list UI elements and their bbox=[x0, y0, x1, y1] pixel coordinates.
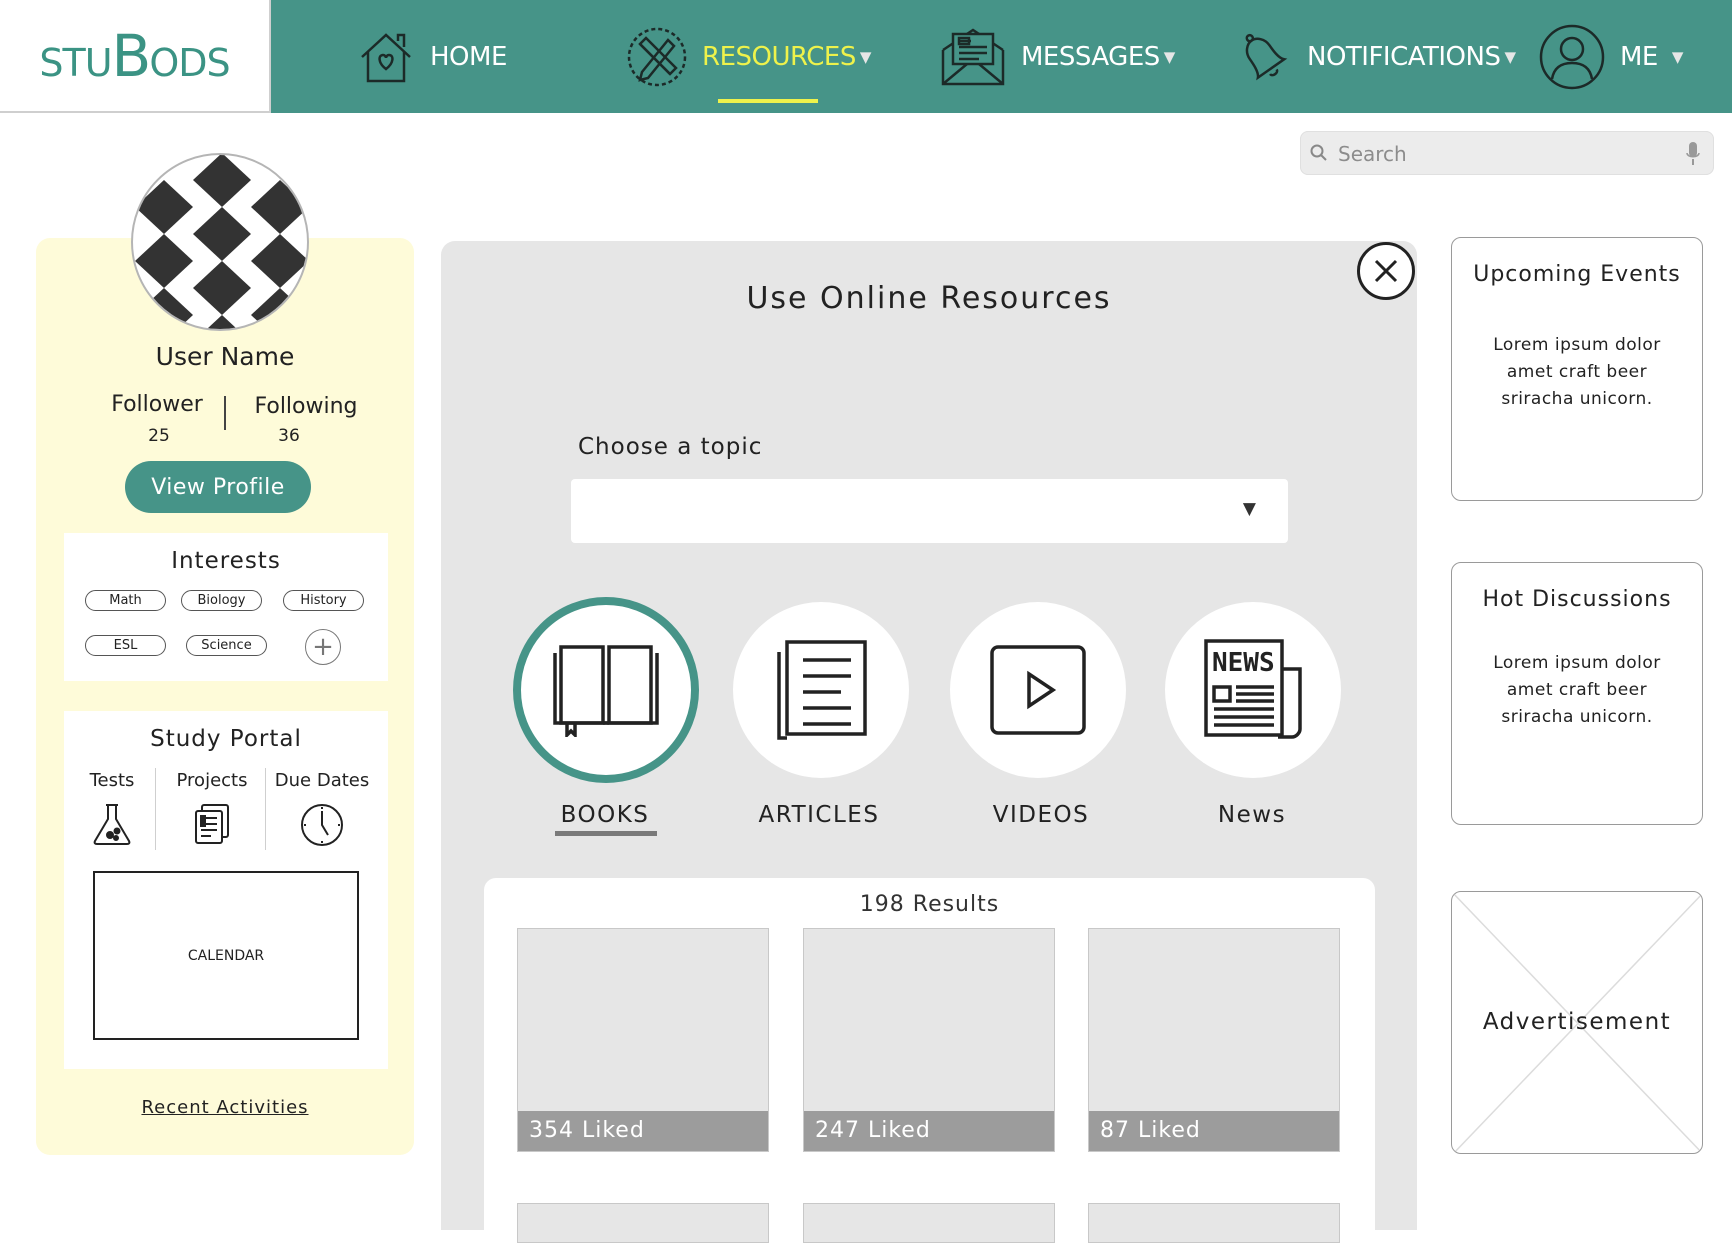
portal-projects[interactable]: Projects bbox=[167, 770, 257, 850]
flask-icon bbox=[93, 804, 131, 845]
user-name: User Name bbox=[155, 342, 295, 371]
resource-articles-label: ARTICLES bbox=[758, 802, 880, 828]
interests-title: Interests bbox=[171, 548, 281, 574]
nav-messages[interactable]: MESSAGES ▼ bbox=[939, 0, 1175, 113]
following-label: Following bbox=[254, 394, 358, 419]
resource-books-button[interactable] bbox=[513, 597, 699, 783]
pencil-ruler-icon bbox=[627, 27, 687, 86]
hot-discussions-body: Lorem ipsum dolor amet craft beer srirac… bbox=[1493, 653, 1661, 727]
result-likes: 247 Liked bbox=[804, 1111, 1054, 1151]
recent-activities-link[interactable]: Recent Activities bbox=[36, 1097, 414, 1118]
nav-notifications[interactable]: NOTIFICATIONS ▼ bbox=[1233, 0, 1516, 113]
selected-resource-underline bbox=[555, 831, 657, 836]
nav-me-label: ME bbox=[1620, 41, 1658, 72]
upcoming-events-body: Lorem ipsum dolor amet craft beer srirac… bbox=[1493, 335, 1661, 409]
microphone-icon[interactable] bbox=[1686, 142, 1700, 166]
chevron-down-icon: ▼ bbox=[859, 47, 872, 66]
resource-books-label: BOOKS bbox=[560, 802, 650, 828]
resource-videos-label: VIDEOS bbox=[992, 802, 1090, 828]
portal-due-dates-label: Due Dates bbox=[274, 770, 370, 791]
search-icon bbox=[1310, 144, 1327, 161]
result-card[interactable]: 247 Liked bbox=[803, 928, 1055, 1152]
book-icon bbox=[553, 645, 659, 737]
logo-box[interactable]: STUBODS bbox=[0, 0, 271, 113]
study-portal-title: Study Portal bbox=[150, 726, 302, 752]
modal-title: Use Online Resources bbox=[746, 281, 1112, 316]
chevron-down-icon: ▼ bbox=[1504, 47, 1516, 66]
add-interest-button[interactable]: + bbox=[305, 629, 341, 665]
checker-avatar-image bbox=[135, 155, 307, 329]
choose-topic-label: Choose a topic bbox=[578, 434, 763, 460]
portal-due-dates[interactable]: Due Dates bbox=[272, 770, 372, 852]
search-bar bbox=[1300, 131, 1714, 175]
result-likes: 354 Liked bbox=[518, 1111, 768, 1151]
resource-news-label: News bbox=[1217, 802, 1287, 828]
nav-home-label: HOME bbox=[430, 41, 507, 72]
chevron-down-icon: ▼ bbox=[1671, 47, 1684, 66]
resource-articles-button[interactable] bbox=[733, 602, 909, 778]
result-likes: 87 Liked bbox=[1089, 1111, 1339, 1151]
resource-videos-button[interactable] bbox=[950, 602, 1126, 778]
nav-messages-label: MESSAGES bbox=[1021, 41, 1160, 72]
interest-tag-math[interactable]: Math bbox=[85, 590, 166, 611]
nav-resources[interactable]: RESOURCES ▼ bbox=[626, 0, 871, 113]
follower-label: Follower bbox=[111, 392, 203, 417]
active-tab-underline bbox=[718, 99, 818, 103]
following-count: 36 bbox=[278, 426, 300, 446]
calendar[interactable]: CALENDAR bbox=[93, 871, 359, 1040]
portal-tests-label: Tests bbox=[89, 770, 135, 791]
search-input[interactable] bbox=[1336, 137, 1670, 171]
brand-logo: STUBODS bbox=[39, 22, 230, 90]
interest-tag-esl[interactable]: ESL bbox=[85, 635, 166, 656]
interest-tag-history[interactable]: History bbox=[283, 590, 364, 611]
top-nav-bar: HOME RESOURCES ▼ MESSAGES ▼ NOTIFICATION… bbox=[271, 0, 1732, 113]
nav-me[interactable]: ME ▼ bbox=[1538, 0, 1683, 113]
calendar-label: CALENDAR bbox=[187, 947, 265, 964]
upcoming-events-card[interactable]: Upcoming Events Lorem ipsum dolor amet c… bbox=[1451, 237, 1703, 501]
avatar[interactable] bbox=[131, 153, 309, 331]
results-count: 198 Results bbox=[859, 892, 1000, 917]
portal-divider bbox=[265, 768, 266, 850]
plus-icon: + bbox=[312, 632, 334, 662]
article-icon bbox=[777, 640, 867, 740]
interest-tag-science[interactable]: Science bbox=[186, 635, 267, 656]
portal-projects-label: Projects bbox=[176, 770, 248, 791]
stat-divider bbox=[224, 396, 226, 430]
result-card[interactable] bbox=[1088, 1203, 1340, 1243]
interest-tag-biology[interactable]: Biology bbox=[181, 590, 262, 611]
result-card[interactable]: 87 Liked bbox=[1088, 928, 1340, 1152]
portal-tests[interactable]: Tests bbox=[72, 770, 152, 850]
advertisement-box[interactable]: Advertisement bbox=[1451, 891, 1703, 1154]
portal-divider bbox=[155, 768, 156, 850]
advertisement-label: Advertisement bbox=[1482, 1009, 1672, 1035]
hot-discussions-title: Hot Discussions bbox=[1482, 587, 1672, 612]
upcoming-events-title: Upcoming Events bbox=[1473, 262, 1681, 287]
clock-icon bbox=[301, 804, 343, 846]
result-card[interactable]: 354 Liked bbox=[517, 928, 769, 1152]
documents-icon bbox=[195, 804, 229, 844]
view-profile-button[interactable]: View Profile bbox=[125, 461, 311, 513]
topic-dropdown[interactable]: ▼ bbox=[571, 479, 1288, 543]
hot-discussions-card[interactable]: Hot Discussions Lorem ipsum dolor amet c… bbox=[1451, 562, 1703, 825]
envelope-letter-icon bbox=[941, 27, 1005, 85]
nav-notifications-label: NOTIFICATIONS bbox=[1307, 41, 1501, 72]
chevron-down-icon: ▼ bbox=[1163, 47, 1176, 66]
nav-home[interactable]: HOME bbox=[356, 0, 507, 113]
svg-text:NEWS: NEWS bbox=[1212, 648, 1275, 678]
house-heart-icon bbox=[361, 32, 411, 82]
result-card[interactable] bbox=[517, 1203, 769, 1243]
bell-icon bbox=[1245, 33, 1288, 80]
dropdown-arrow-icon: ▼ bbox=[1242, 499, 1256, 519]
newspaper-icon: NEWS bbox=[1204, 639, 1302, 739]
result-card[interactable] bbox=[803, 1203, 1055, 1243]
nav-resources-label: RESOURCES bbox=[702, 41, 856, 72]
user-avatar-icon bbox=[1539, 24, 1605, 89]
play-video-icon bbox=[990, 645, 1086, 735]
follower-count: 25 bbox=[148, 426, 170, 446]
resource-news-button[interactable]: NEWS bbox=[1165, 602, 1341, 778]
